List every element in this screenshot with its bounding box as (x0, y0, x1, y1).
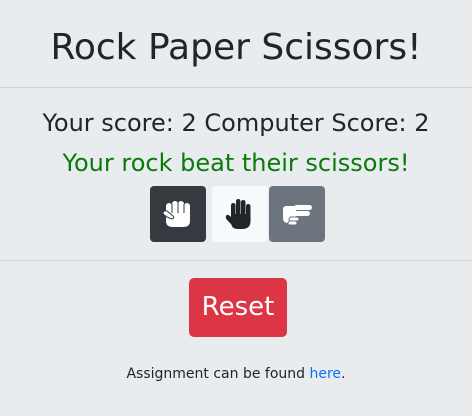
choice-buttons (150, 186, 326, 242)
divider-top (0, 87, 472, 88)
round-result-text: Your rock beat their scissors! (62, 149, 410, 177)
page-title: Rock Paper Scissors! (50, 27, 422, 68)
peace-hand-icon (283, 205, 312, 226)
paper-button[interactable] (212, 186, 268, 242)
footer-suffix: . (341, 366, 346, 382)
reset-button[interactable]: Reset (189, 278, 287, 337)
game-page: Rock Paper Scissors! Your score: 2 Compu… (0, 0, 472, 416)
rock-button[interactable] (150, 186, 206, 242)
fist-icon (162, 201, 190, 227)
divider-bottom (0, 260, 472, 261)
footer-text: Assignment can be found (126, 366, 310, 382)
footer-note: Assignment can be found here. (0, 364, 472, 384)
score-display: Your score: 2 Computer Score: 2 (42, 109, 430, 137)
scissors-button[interactable] (269, 186, 325, 242)
assignment-link[interactable]: here (310, 366, 342, 382)
open-hand-icon (225, 199, 251, 229)
